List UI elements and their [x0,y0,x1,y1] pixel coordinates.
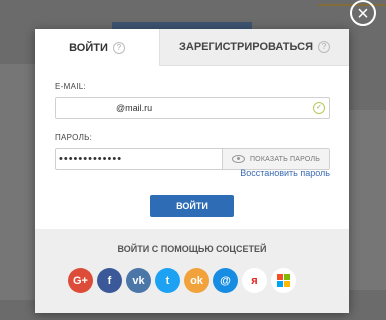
vk-icon[interactable]: vk [126,268,151,293]
windows-icon[interactable] [271,268,296,293]
yandex-icon[interactable]: я [242,268,267,293]
tab-login-label: ВОЙТИ [69,41,108,54]
tab-register-label: ЗАРЕГИСТРИРОВАТЬСЯ [178,41,314,53]
background-right-panel [346,110,386,290]
help-icon[interactable]: ? [318,41,331,53]
eye-icon [231,155,245,163]
login-form: E-MAIL: ✓ ПАРОЛЬ: ПОКАЗАТЬ ПАРОЛЬ Восста… [55,82,330,217]
mailru-icon[interactable]: @ [213,268,238,293]
social-title: ВОЙТИ С ПОМОЩЬЮ СОЦСЕТЕЙ [117,244,267,254]
restore-password-link[interactable]: Восстановить пароль [240,168,330,178]
tab-register[interactable]: ЗАРЕГИСТРИРОВАТЬСЯ ? [159,29,349,66]
help-icon[interactable]: ? [112,41,125,54]
show-password-label: ПОКАЗАТЬ ПАРОЛЬ [249,155,321,163]
tab-login[interactable]: ВОЙТИ ? [35,29,159,66]
login-button[interactable]: ВОЙТИ [150,195,234,217]
twitter-icon[interactable]: t [155,268,180,293]
social-login-section: ВОЙТИ С ПОМОЩЬЮ СОЦСЕТЕЙ G+ f vk t ok @ я [35,229,349,313]
facebook-icon[interactable]: f [97,268,122,293]
odnoklassniki-icon[interactable]: ok [184,268,209,293]
google-plus-icon[interactable]: G+ [68,268,93,293]
check-icon: ✓ [313,102,325,114]
show-password-button[interactable]: ПОКАЗАТЬ ПАРОЛЬ [222,149,329,169]
background-left-panel [0,64,40,300]
email-label: E-MAIL: [55,82,86,91]
email-field[interactable] [56,102,318,114]
close-icon[interactable]: × [350,0,376,26]
auth-modal: ВОЙТИ ? ЗАРЕГИСТРИРОВАТЬСЯ ? E-MAIL: ✓ П… [35,29,349,313]
tabs: ВОЙТИ ? ЗАРЕГИСТРИРОВАТЬСЯ ? [35,29,349,66]
social-icons: G+ f vk t ok @ я [68,268,296,293]
email-field-wrapper: ✓ [55,97,330,119]
password-field-wrapper: ПОКАЗАТЬ ПАРОЛЬ [55,148,330,170]
password-label: ПАРОЛЬ: [55,133,93,142]
password-field[interactable] [56,152,221,166]
